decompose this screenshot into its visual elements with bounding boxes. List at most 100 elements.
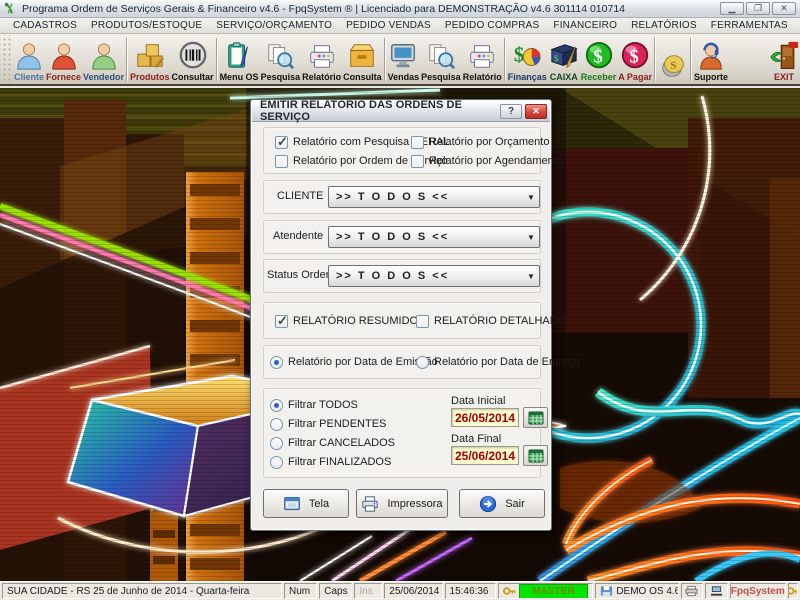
drawer-icon [347,41,377,71]
combobox-value: >> T O D O S << [329,191,523,203]
status-num: Num [284,583,317,599]
cliente-combobox[interactable]: >> T O D O S << ▼ [328,186,540,208]
screen-icon [283,495,301,513]
checkbox-por-agendamento[interactable]: Relatório por Agendamento [411,154,563,168]
calendar-icon [528,411,544,425]
data-final-calendar-button[interactable] [523,445,548,466]
calendar-icon [528,449,544,463]
toolbar-coin-button[interactable]: S [657,35,689,84]
menu-ajuda[interactable]: AJUDA [795,19,800,32]
radio-data-entrega[interactable]: Relatório por Data de Entrega [416,355,580,369]
status-ordem-label: Status Ordem [267,269,335,281]
svg-text:$: $ [629,47,638,68]
menu-ferramentas[interactable]: FERRAMENTAS [704,19,795,32]
toolbar-consultar-button[interactable]: Consultar [171,35,215,84]
chevron-down-icon: ▼ [523,272,539,281]
toolbar-pesquisa-os-button[interactable]: Pesquisa [260,35,302,84]
sair-button[interactable]: Sair [459,489,545,518]
radio-filtrar-cancelados[interactable]: Filtrar CANCELADOS [270,436,395,450]
data-final-input[interactable]: 25/06/2014 [451,446,519,465]
data-inicial-label: Data Inicial [451,395,505,407]
checkbox-por-orcamento[interactable]: Relatório por Orçamento [411,135,549,149]
restore-button[interactable]: ❐ [746,2,770,15]
printer-icon [361,495,379,513]
status-printer-panel [681,583,704,599]
menu-produtos-estoque[interactable]: PRODUTOS/ESTOQUE [84,19,209,32]
toolbar-label: Vendas [388,72,420,82]
radio-label: Filtrar FINALIZADOS [288,456,391,468]
toolbar-caixa-button[interactable]: $ CAIXA [548,35,580,84]
impressora-button[interactable]: Impressora [356,489,448,518]
toolbar-label: Pesquisa [421,72,461,82]
toolbar-financas-button[interactable]: $ Finanças [507,35,548,84]
chevron-down-icon: ▼ [523,233,539,242]
cliente-label: CLIENTE [277,190,323,202]
toolbar-suporte-button[interactable]: Suporte [693,35,729,84]
toolbar-exit-badge: EXIT [774,72,794,82]
dialog-close-button[interactable]: ✕ [525,104,547,119]
toolbar-label: Vendedor [83,72,124,82]
radio-filtrar-pendentes[interactable]: Filtrar PENDENTES [270,417,386,431]
support-headset-icon [696,41,726,71]
printer-icon [685,585,698,597]
toolbar-fornecedor-button[interactable]: Fornece [45,35,82,84]
status-key-panel [788,583,798,599]
toolbar-label: Relatório [302,72,341,82]
toolbar-relatorio-vendas-button[interactable]: Relatório [462,35,503,84]
menu-cadastros[interactable]: CADASTROS [6,19,84,32]
menu-servico-orcamento[interactable]: SERVIÇO/ORÇAMENTO [209,19,339,32]
printer-icon [467,41,497,71]
toolbar-vendedor-button[interactable]: Vendedor [82,35,125,84]
key-icon [788,585,798,597]
toolbar-exit-button[interactable]: EXIT [768,35,800,84]
radio-circle [416,356,429,369]
toolbar-consulta-button[interactable]: Consulta [342,35,383,84]
radio-circle [270,356,283,369]
app-window: Programa Ordem de Serviços Gerais & Fina… [0,0,800,600]
radio-filtrar-todos[interactable]: Filtrar TODOS [270,398,358,412]
data-inicial-input[interactable]: 26/05/2014 [451,408,519,427]
product-boxes-icon [135,41,165,71]
radio-data-emissao[interactable]: Relatório por Data de Emissão [270,355,438,369]
client-person-icon [14,41,44,71]
menu-pedido-compras[interactable]: PEDIDO COMPRAS [438,19,546,32]
receive-dollar-icon: $ [584,41,614,71]
arrow-right-icon [479,495,497,513]
button-label: Sair [505,498,525,510]
toolbar-produtos-button[interactable]: Produtos [129,35,171,84]
toolbar-separator [216,38,218,81]
radio-filtrar-finalizados[interactable]: Filtrar FINALIZADOS [270,455,391,469]
toolbar-label: Fornece [46,72,81,82]
pay-dollar-icon: $ [620,41,650,71]
toolbar-cliente-button[interactable]: Cliente [13,35,45,84]
toolbar-label: Pesquisa [261,72,301,82]
menu-relatorios[interactable]: RELATÓRIOS [624,19,704,32]
toolbar-relatorio-os-button[interactable]: Relatório [301,35,342,84]
svg-text:$: $ [553,54,558,65]
dialog-help-button[interactable]: ? [500,104,522,119]
close-button[interactable]: ✕ [772,2,796,15]
status-ordem-combobox[interactable]: >> T O D O S << ▼ [328,265,540,287]
checkbox-box [416,315,429,328]
menu-financeiro[interactable]: FINANCEIRO [546,19,624,32]
chevron-down-icon: ▼ [523,193,539,202]
tela-button[interactable]: Tela [263,489,349,518]
toolbar-pesquisa-vendas-button[interactable]: Pesquisa [420,35,462,84]
toolbar-receber-button[interactable]: $ Receber [580,35,618,84]
checkbox-relatorio-resumido[interactable]: RELATÓRIO RESUMIDO [275,314,418,328]
checkbox-relatorio-detalhado[interactable]: RELATÓRIO DETALHADO [416,314,566,328]
toolbar-label: Produtos [130,72,170,82]
toolbar-a-pagar-button[interactable]: $ A Pagar [617,35,653,84]
toolbar-vendas-button[interactable]: Vendas [387,35,421,84]
search-documents-icon [426,41,456,71]
atendente-combobox[interactable]: >> T O D O S << ▼ [328,226,540,248]
status-brand: FpqSystem [730,583,786,599]
data-inicial-calendar-button[interactable] [523,407,548,428]
button-label: Tela [309,498,329,510]
barcode-icon [178,41,208,71]
menu-pedido-vendas[interactable]: PEDIDO VENDAS [339,19,438,32]
checkbox-label: RELATÓRIO DETALHADO [434,315,566,327]
minimize-button[interactable]: ▁ [720,2,744,15]
button-label: Impressora [387,498,442,510]
toolbar-menu-os-button[interactable]: Menu OS [219,35,260,84]
